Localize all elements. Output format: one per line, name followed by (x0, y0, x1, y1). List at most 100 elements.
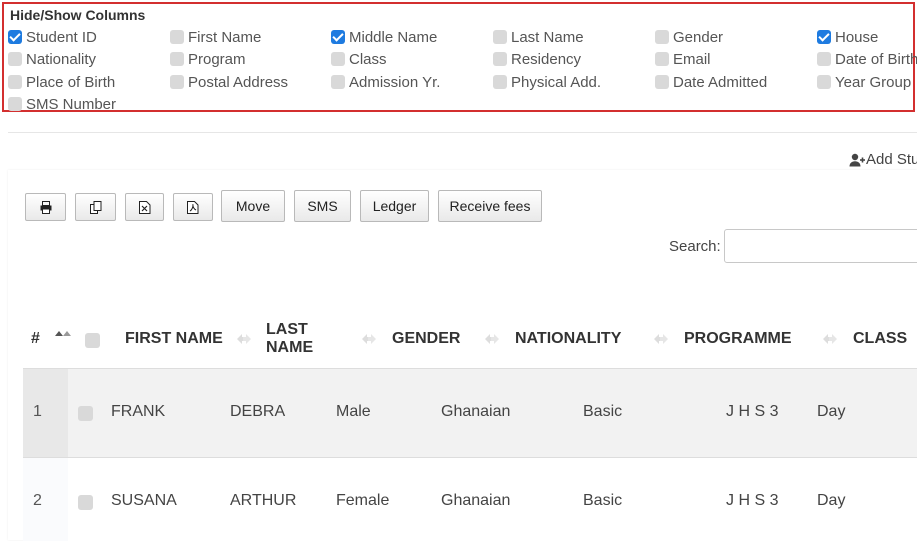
cell-class: J H S 3 (726, 492, 779, 509)
column-toggle[interactable]: Year Group (817, 73, 911, 91)
column-toggle[interactable]: Physical Add. (493, 73, 601, 91)
cell-programme: Basic (583, 492, 623, 509)
column-toggle[interactable]: Admission Yr. (331, 73, 440, 91)
column-toggle[interactable]: SMS Number (8, 95, 116, 113)
cell-nationality: Ghanaian (441, 492, 511, 509)
row-checkbox[interactable] (78, 495, 93, 510)
column-checkbox[interactable] (170, 52, 184, 66)
column-toggle-label: Student ID (26, 28, 97, 46)
column-toggle-label: Email (673, 50, 711, 68)
column-toggle[interactable]: Email (655, 50, 711, 68)
column-toggle-label: Program (188, 50, 246, 68)
column-checkbox[interactable] (493, 30, 507, 44)
column-toggle[interactable]: Date Admitted (655, 73, 767, 91)
sort-asc-icon[interactable] (55, 329, 71, 343)
add-student-label: Add Stu (866, 151, 917, 168)
column-toggle-label: First Name (188, 28, 262, 46)
column-toggle-label: Nationality (26, 50, 97, 68)
column-toggle[interactable]: Date of Birth (817, 50, 917, 68)
column-toggle-label: Physical Add. (511, 73, 602, 91)
column-toggle[interactable]: House (817, 28, 878, 46)
sms-button[interactable]: SMS (294, 190, 351, 222)
table-row[interactable]: 1 FRANK DEBRA Male Ghanaian Basic J H S … (23, 368, 917, 457)
column-checkbox[interactable] (331, 52, 345, 66)
row-index: 2 (33, 492, 42, 509)
column-checkbox[interactable] (8, 97, 22, 111)
search-input[interactable] (724, 229, 917, 263)
column-toggle[interactable]: Nationality (8, 50, 96, 68)
ledger-button[interactable]: Ledger (360, 190, 429, 222)
column-checkbox[interactable] (493, 52, 507, 66)
print-button[interactable] (25, 193, 66, 221)
cell-last-name: ARTHUR (230, 492, 297, 509)
column-checkbox[interactable] (8, 52, 22, 66)
header-programme[interactable]: PROGRAMME (684, 330, 792, 348)
header-first-name[interactable]: FIRST NAME (125, 330, 223, 348)
row-index-cell (23, 369, 68, 457)
cell-last-name: DEBRA (230, 403, 286, 420)
column-checkbox[interactable] (493, 75, 507, 89)
sort-arrows-icon[interactable] (361, 332, 377, 346)
copy-button[interactable] (75, 193, 116, 221)
sort-arrows-icon[interactable] (484, 332, 500, 346)
add-student-link[interactable]: Add Stu (849, 151, 917, 168)
header-index[interactable]: # (31, 330, 40, 348)
excel-icon (138, 200, 150, 214)
column-toggle-label: Place of Birth (26, 73, 116, 91)
print-icon (40, 200, 51, 214)
sort-arrows-icon[interactable] (822, 332, 838, 346)
hide-show-columns-panel: Hide/Show Columns (2, 2, 915, 112)
row-index-cell (23, 458, 68, 541)
sort-arrows-icon[interactable] (653, 332, 669, 346)
select-all-checkbox[interactable] (85, 333, 100, 348)
excel-button[interactable] (125, 193, 164, 221)
column-checkbox[interactable] (331, 30, 345, 44)
column-checkbox[interactable] (655, 52, 669, 66)
header-nationality[interactable]: NATIONALITY (515, 330, 621, 348)
column-toggle-label: Year Group (835, 73, 912, 91)
move-button[interactable]: Move (221, 190, 285, 222)
pdf-button[interactable] (173, 193, 213, 221)
cell-programme: Basic (583, 403, 623, 420)
row-checkbox[interactable] (78, 406, 93, 421)
column-checkbox[interactable] (817, 30, 831, 44)
cell-first-name: SUSANA (111, 492, 177, 509)
column-checkbox[interactable] (8, 30, 22, 44)
column-toggle[interactable]: Residency (493, 50, 581, 68)
pdf-icon (187, 200, 199, 214)
column-checkbox[interactable] (655, 75, 669, 89)
header-last-name-line2[interactable]: NAME (266, 339, 313, 357)
column-toggle-label: Last Name (511, 28, 584, 46)
column-toggle[interactable]: Middle Name (331, 28, 437, 46)
column-checkbox[interactable] (331, 75, 345, 89)
sort-arrows-icon[interactable] (236, 332, 252, 346)
column-toggle-label: Admission Yr. (349, 73, 441, 91)
table-row[interactable]: 2 SUSANA ARTHUR Female Ghanaian Basic J … (23, 457, 917, 541)
column-toggle[interactable]: Postal Address (170, 73, 288, 91)
column-toggle-label: Residency (511, 50, 582, 68)
column-checkbox[interactable] (817, 75, 831, 89)
header-class[interactable]: CLASS (853, 330, 907, 348)
column-toggle-label: Date of Birth (835, 50, 917, 68)
cell-first-name: FRANK (111, 403, 166, 420)
cell-residency: Day (817, 403, 846, 420)
column-toggle[interactable]: Student ID (8, 28, 97, 46)
receive-fees-button[interactable]: Receive fees (438, 190, 542, 222)
column-toggle[interactable]: Place of Birth (8, 73, 115, 91)
column-checkbox[interactable] (170, 30, 184, 44)
column-toggle[interactable]: Last Name (493, 28, 584, 46)
add-user-icon (849, 153, 865, 166)
column-checkbox[interactable] (817, 52, 831, 66)
column-toggle-label: House (835, 28, 879, 46)
column-toggle[interactable]: Class (331, 50, 387, 68)
divider (8, 132, 917, 133)
column-checkbox[interactable] (8, 75, 22, 89)
column-checkbox[interactable] (655, 30, 669, 44)
header-last-name-line1[interactable]: LAST (266, 321, 308, 339)
column-checkbox[interactable] (170, 75, 184, 89)
column-toggle-label: SMS Number (26, 95, 117, 113)
column-toggle[interactable]: First Name (170, 28, 261, 46)
column-toggle[interactable]: Program (170, 50, 246, 68)
column-toggle[interactable]: Gender (655, 28, 723, 46)
header-gender[interactable]: GENDER (392, 330, 460, 348)
